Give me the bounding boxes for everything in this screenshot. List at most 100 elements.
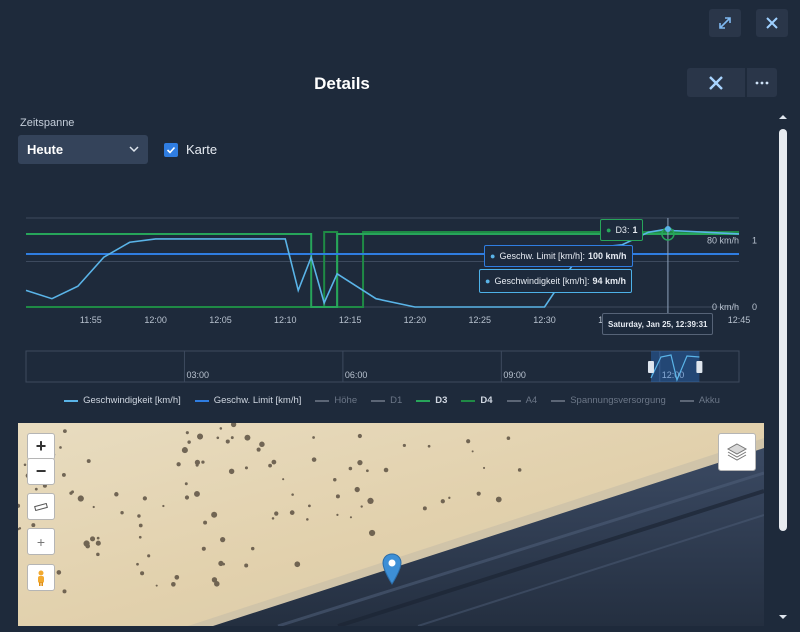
zoom-in-button[interactable]: + [27, 433, 55, 460]
tooltip-d3: ● D3: 1 [600, 219, 644, 241]
map-shrub [56, 571, 60, 574]
map-shrub [140, 571, 145, 576]
map-shrub [83, 540, 90, 547]
legend-spannungsversorgung[interactable]: Spannungsversorgung [551, 395, 666, 406]
x-tick-label: 12:45 [728, 315, 751, 325]
map-checkbox[interactable] [164, 143, 178, 157]
speed-chart[interactable]: 11:55 12:00 12:05 12:10 12:15 12:20 12:25 12:30… [0, 205, 784, 390]
map-shrub [96, 536, 100, 540]
map-shrub [171, 581, 176, 587]
close-window-button[interactable] [756, 9, 788, 37]
scrollbar-thumb[interactable] [779, 129, 787, 531]
zoom-out-button[interactable]: − [27, 458, 55, 485]
legend-d3[interactable]: D3 [416, 395, 447, 406]
map-shrub [336, 513, 339, 516]
map-shrub [360, 505, 363, 508]
map-shrub [244, 434, 251, 441]
range-select[interactable]: Heute [18, 135, 148, 164]
legend-speed[interactable]: Geschwindigkeit [km/h] [64, 395, 181, 406]
map-shrub [201, 460, 205, 464]
more-options-button[interactable] [747, 68, 777, 97]
legend-a4[interactable]: A4 [506, 395, 537, 406]
map-shrub [201, 546, 206, 551]
y-left-tick-label: 0 km/h [712, 302, 739, 312]
legend-speed-limit[interactable]: Geschw. Limit [km/h] [194, 395, 301, 406]
map-shrub [155, 584, 158, 587]
street-view-button[interactable] [27, 564, 55, 591]
navigator-selection [650, 351, 700, 382]
map-shrub [256, 447, 261, 452]
map-shrub [219, 427, 223, 430]
map-shrub [244, 563, 249, 568]
series-d4-line [26, 231, 739, 308]
map-shrub [448, 496, 451, 500]
expand-button[interactable] [709, 9, 741, 37]
map-shrub [349, 516, 353, 519]
map-checkbox-label: Karte [186, 142, 218, 157]
map-shrub [250, 546, 255, 551]
layers-icon [726, 443, 748, 461]
satellite-map[interactable]: + − + [18, 423, 764, 626]
range-label: Zeitspanne [20, 117, 75, 129]
ruler-button[interactable] [27, 493, 55, 520]
navigator-tick-label: 03:00 [186, 370, 209, 380]
map-shrub [96, 552, 100, 557]
map-shrub [211, 511, 218, 518]
map-shrub [220, 536, 226, 543]
y-right-tick-label: 0 [752, 302, 757, 312]
navigator-handle-right [696, 361, 703, 373]
map-shrub [495, 496, 502, 503]
legend-akku[interactable]: Akku [679, 395, 720, 406]
map-shrub [228, 468, 235, 475]
navigator-tick-label: 09:00 [503, 370, 526, 380]
map-shrub [476, 491, 481, 496]
tooltip-time: Saturday, Jan 25, 12:39:31 [602, 313, 714, 335]
map-shrub [162, 504, 165, 508]
map-shrub [174, 574, 180, 580]
y-left-tick-label: 80 km/h [707, 236, 739, 246]
layers-button[interactable] [718, 433, 756, 471]
map-shrub [185, 431, 189, 435]
close-icon [709, 75, 723, 90]
map-shrub [294, 561, 301, 568]
map-shrub [138, 523, 143, 528]
x-tick-label: 12:25 [468, 315, 491, 325]
map-shrub [203, 520, 208, 525]
map-shrub [383, 467, 389, 473]
close-dialog-button[interactable] [687, 68, 745, 97]
map-shrub [147, 554, 151, 558]
map-shrub [114, 492, 119, 497]
chart-navigator[interactable]: 03:00 06:00 09:00 12:00 [25, 350, 740, 383]
map-shrub [184, 482, 188, 486]
dialog-title: Details [314, 74, 370, 93]
map-marker-icon[interactable] [382, 553, 402, 585]
map-shrub [517, 468, 522, 472]
map-shrub [92, 505, 95, 509]
legend-d4[interactable]: D4 [461, 395, 493, 406]
x-tick-label: 12:10 [274, 315, 297, 325]
map-imagery [18, 423, 764, 626]
map-shrub [77, 495, 84, 502]
map-shrub [402, 443, 406, 448]
navigator-handle-left [647, 361, 654, 373]
close-icon [766, 17, 778, 29]
legend-d1[interactable]: D1 [371, 395, 402, 406]
tooltip-speed-limit: ● Geschw. Limit [km/h]: 100 km/h [484, 245, 633, 267]
map-shrub [216, 436, 220, 440]
map-shrub [271, 459, 277, 465]
navigator-track [25, 350, 740, 383]
map-shrub [181, 447, 188, 454]
map-shrub [365, 469, 369, 473]
map-shrub [368, 529, 376, 537]
map-shrub [289, 510, 295, 515]
map-shrub [142, 496, 147, 501]
map-shrub [195, 463, 199, 467]
locate-button[interactable]: + [27, 528, 55, 555]
x-tick-label: 11:55 [80, 315, 102, 325]
map-shrub [471, 450, 474, 453]
x-tick-label: 12:20 [404, 315, 427, 325]
expand-icon [719, 17, 731, 29]
map-shrub [230, 436, 234, 440]
legend-hoehe[interactable]: Höhe [315, 395, 357, 406]
vertical-scrollbar[interactable] [776, 112, 790, 630]
